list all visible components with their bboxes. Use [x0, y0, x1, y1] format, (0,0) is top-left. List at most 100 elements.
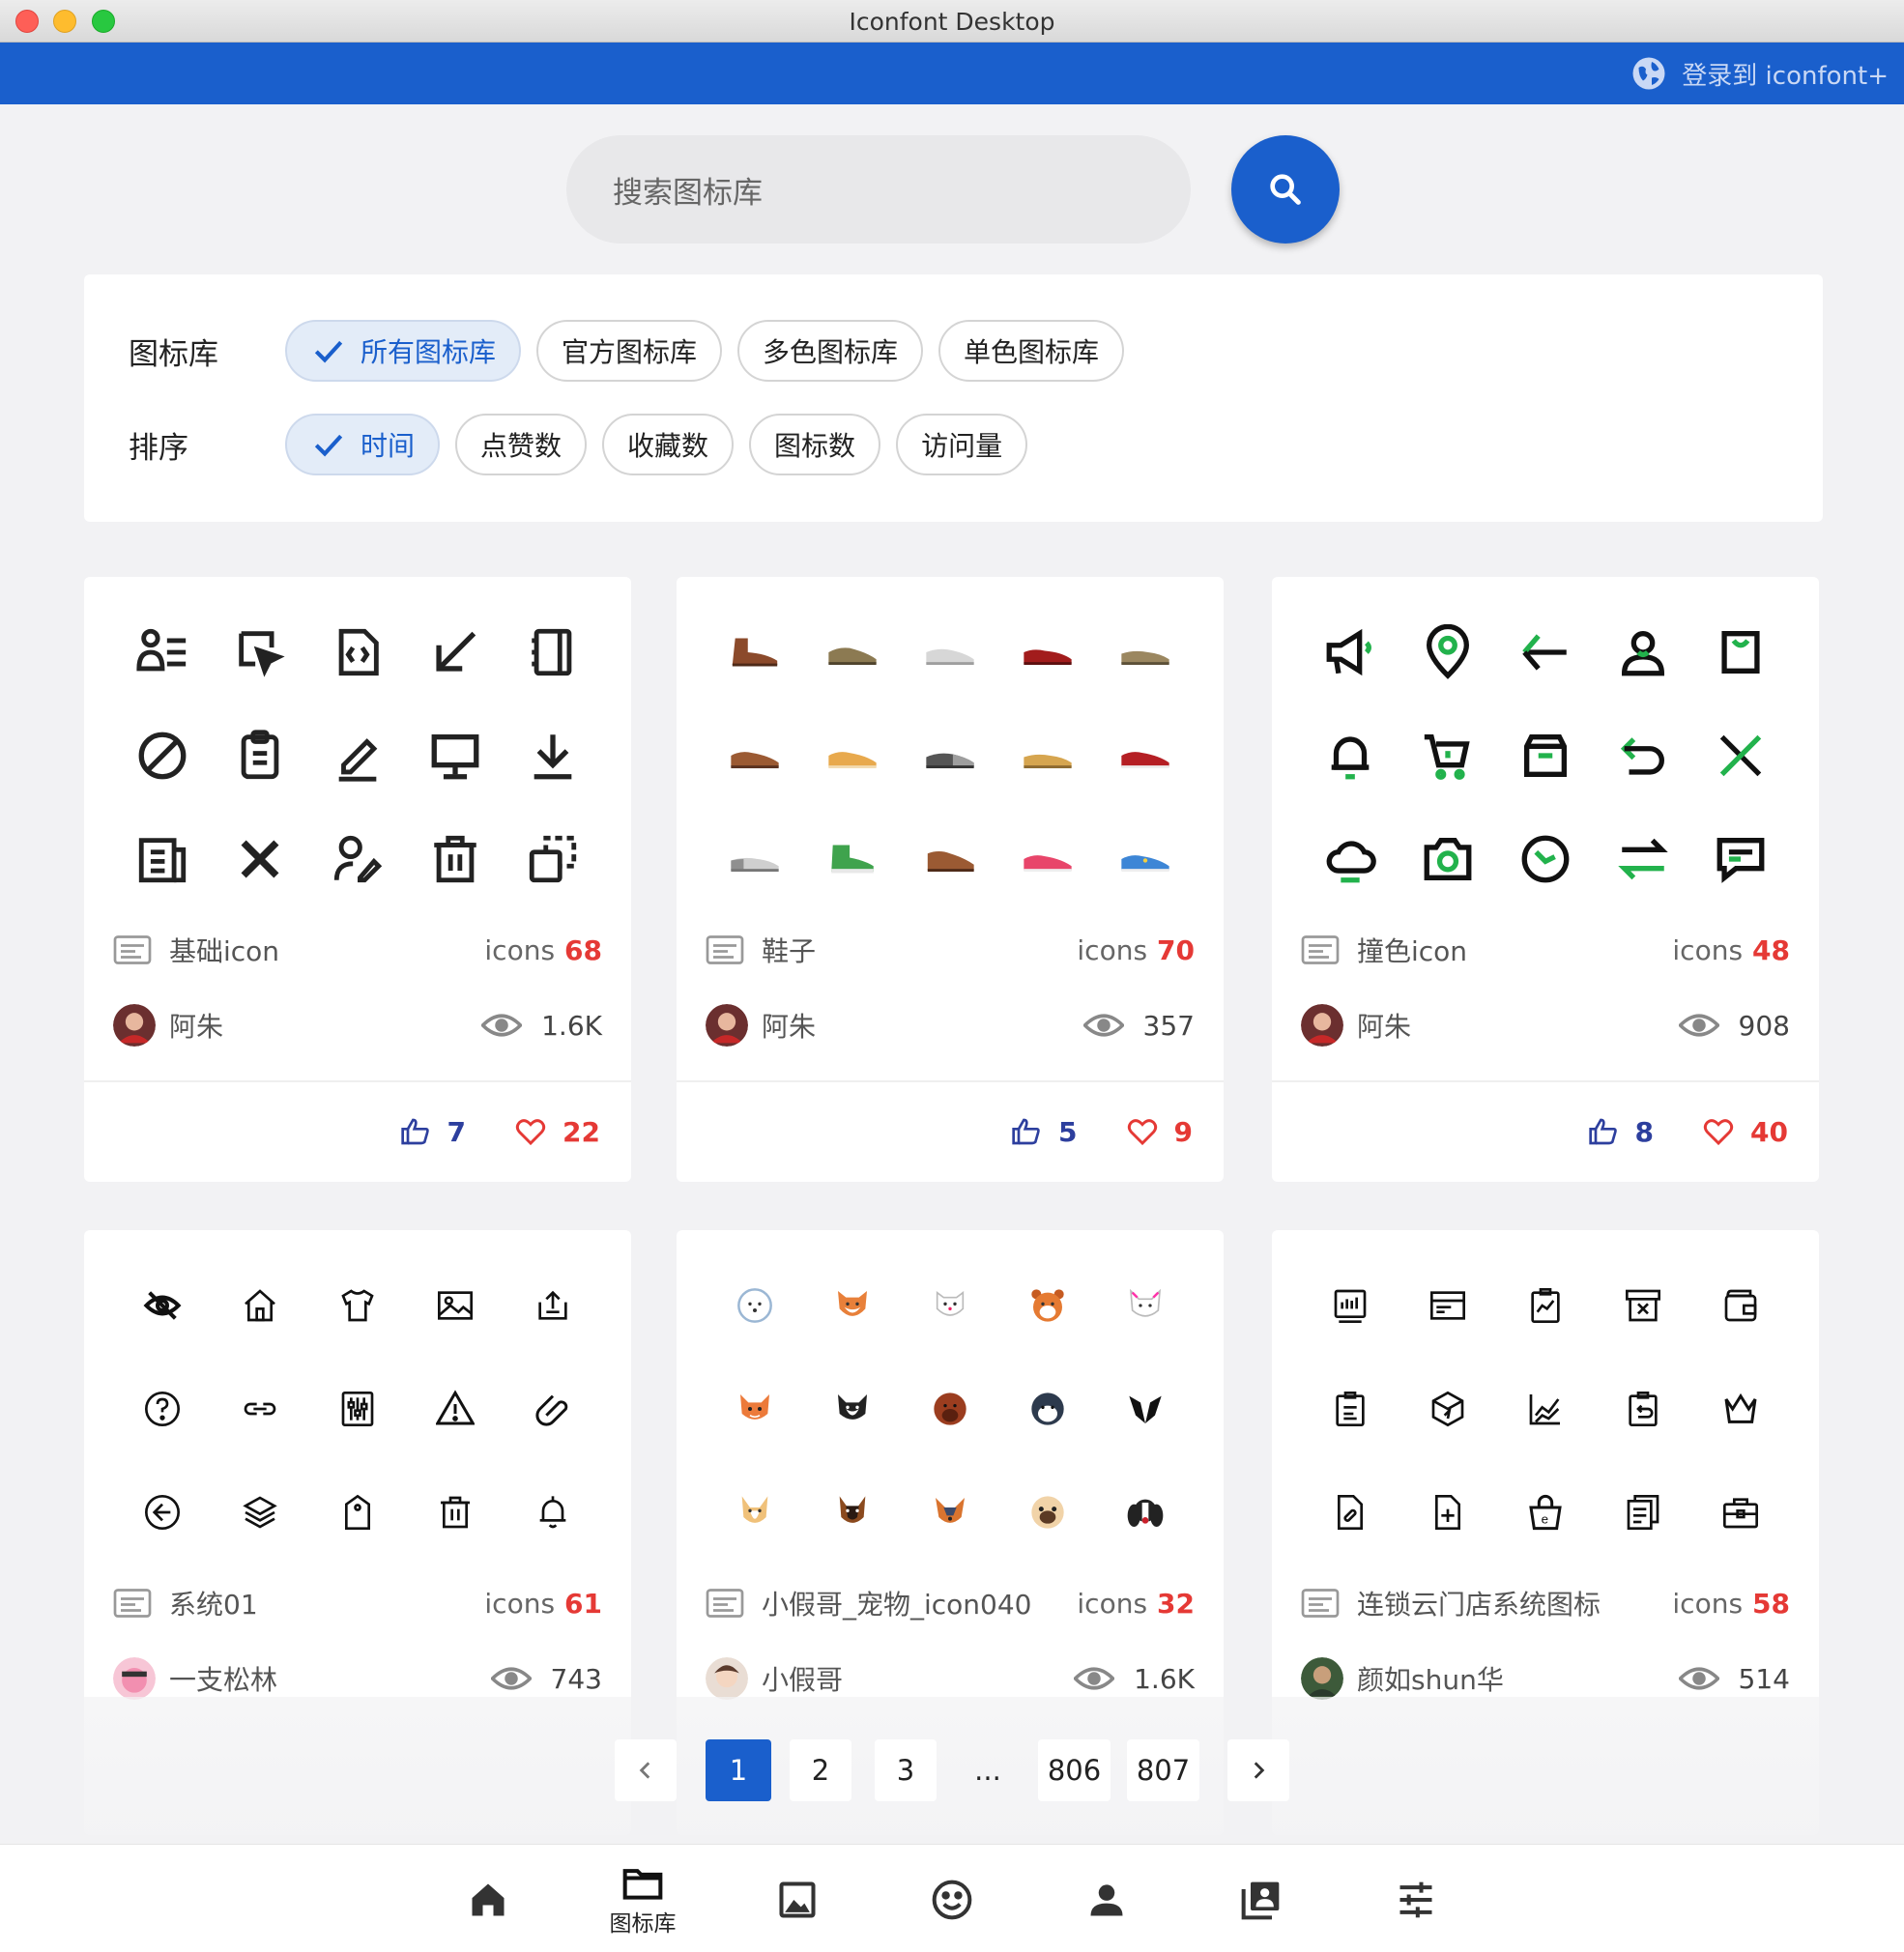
crown-icon	[1724, 1392, 1757, 1423]
page-ellipsis: ...	[974, 1754, 1001, 1787]
library-name[interactable]: 基础icon	[169, 931, 484, 969]
author-row: 阿朱 908	[1301, 1004, 1790, 1047]
nav-images[interactable]	[754, 1856, 841, 1943]
poodle-icon	[736, 1287, 772, 1323]
document-icon	[138, 837, 186, 882]
chip-official-libraries[interactable]: 官方图标库	[536, 320, 723, 382]
favorite-button[interactable]: 40	[1702, 1116, 1788, 1148]
favorite-button[interactable]: 9	[1126, 1116, 1193, 1148]
like-button[interactable]: 7	[399, 1116, 466, 1148]
login-button[interactable]: 登录到 iconfont+	[1631, 54, 1889, 93]
card-icon	[1429, 1290, 1465, 1320]
card-actions: 5 9	[677, 1080, 1224, 1181]
arrow-left-icon	[1522, 633, 1567, 671]
image-icon	[438, 1290, 474, 1320]
oxford-shoe-icon	[730, 751, 779, 768]
chip-sort-likes[interactable]: 点赞数	[455, 414, 588, 475]
layers-icon	[243, 1495, 277, 1529]
library-title-row: 小假哥_宠物_icon040 icons 32	[706, 1584, 1195, 1622]
next-page-button[interactable]	[1227, 1739, 1289, 1801]
cart-icon	[1424, 733, 1470, 780]
avatar[interactable]	[113, 1004, 156, 1047]
library-name[interactable]: 鞋子	[762, 931, 1077, 969]
author-row: 一支松林 743	[113, 1657, 602, 1700]
library-name[interactable]: 连锁云门店系统图标	[1357, 1584, 1672, 1622]
thumbs-up-icon	[1012, 1118, 1040, 1145]
clipboard-chart-icon	[1531, 1287, 1560, 1323]
sneaker-icon	[926, 648, 974, 665]
library-icon	[113, 935, 152, 964]
author-name[interactable]: 一支松林	[169, 1659, 491, 1698]
file-add-icon	[1434, 1494, 1460, 1530]
notebook-icon	[532, 628, 572, 675]
loafer-icon	[1024, 648, 1072, 665]
author-name[interactable]: 阿朱	[169, 1006, 481, 1045]
blue-sneaker-icon	[1121, 854, 1170, 872]
refund-icon	[1629, 1391, 1658, 1426]
library-filter-label: 图标库	[129, 336, 218, 372]
avatar[interactable]	[706, 1657, 748, 1700]
orange-cat-icon	[739, 1393, 769, 1420]
box-return-icon	[1431, 1391, 1464, 1426]
avatar[interactable]	[706, 1004, 748, 1047]
favorite-button[interactable]: 22	[514, 1116, 600, 1148]
tag-icon	[344, 1494, 370, 1530]
library-title-row: 鞋子 icons 70	[706, 931, 1195, 969]
prev-page-button[interactable]	[615, 1739, 677, 1801]
svg-text:e: e	[1542, 1511, 1548, 1526]
warning-icon	[436, 1389, 476, 1424]
chip-label: 所有图标库	[361, 336, 497, 368]
nav-icon-library[interactable]: 图标库	[599, 1856, 686, 1943]
card-actions: 7 22	[84, 1080, 631, 1181]
like-button[interactable]: 5	[1010, 1116, 1078, 1148]
author-name[interactable]: 小假哥	[762, 1659, 1074, 1698]
espadrille-icon	[1024, 754, 1072, 768]
page-button[interactable]: 3	[875, 1739, 937, 1801]
folder-icon	[622, 1869, 663, 1900]
home-icon	[472, 1883, 505, 1916]
trash-icon	[434, 835, 476, 882]
chip-monochrome-libraries[interactable]: 单色图标库	[938, 320, 1125, 382]
search-input[interactable]: 搜索图标库	[566, 135, 1191, 244]
chip-sort-icon-count[interactable]: 图标数	[749, 414, 881, 475]
page-button[interactable]: 806	[1038, 1739, 1111, 1801]
nav-settings[interactable]	[1372, 1856, 1459, 1943]
avatar[interactable]	[1301, 1657, 1343, 1700]
library-name[interactable]: 系统01	[169, 1584, 484, 1622]
author-name[interactable]: 颜如shun华	[1357, 1659, 1679, 1698]
icons-count-label: icons	[1672, 1587, 1744, 1620]
package-icon	[1523, 733, 1567, 777]
library-name[interactable]: 撞色icon	[1357, 931, 1672, 969]
library-card[interactable]: 基础icon icons 68 阿朱 1.6K 7 22	[84, 577, 631, 1182]
page-button[interactable]: 807	[1127, 1739, 1199, 1801]
avatar[interactable]	[113, 1657, 156, 1700]
author-name[interactable]: 阿朱	[762, 1006, 1083, 1045]
chip-sort-visits[interactable]: 访问量	[896, 414, 1028, 475]
page-button-current[interactable]: 1	[706, 1739, 771, 1801]
trash-icon	[441, 1496, 471, 1528]
view-count: 1.6K	[1134, 1662, 1195, 1695]
library-name[interactable]: 小假哥_宠物_icon040	[762, 1584, 1077, 1622]
nav-emoji[interactable]	[909, 1856, 995, 1943]
library-card[interactable]: 鞋子 icons 70 阿朱 357 5 9	[677, 577, 1224, 1182]
nav-home[interactable]	[445, 1856, 532, 1943]
boot-icon	[732, 638, 777, 666]
chip-sort-time[interactable]: 时间	[285, 414, 441, 475]
author-row: 阿朱 357	[706, 1004, 1195, 1047]
library-icon	[113, 1589, 152, 1618]
library-card[interactable]: 撞色icon icons 48 阿朱 908 8 40	[1272, 577, 1819, 1182]
author-name[interactable]: 阿朱	[1357, 1006, 1679, 1045]
chip-multicolor-libraries[interactable]: 多色图标库	[737, 320, 924, 382]
high-top-icon	[831, 845, 874, 873]
like-button[interactable]: 8	[1587, 1116, 1654, 1148]
search-button[interactable]	[1231, 135, 1340, 244]
archive-delete-icon	[1626, 1289, 1661, 1321]
forbidden-icon	[138, 732, 187, 779]
nav-profile[interactable]	[1063, 1856, 1150, 1943]
chip-sort-favorites[interactable]: 收藏数	[602, 414, 735, 475]
eye-icon	[1678, 1014, 1719, 1037]
avatar[interactable]	[1301, 1004, 1343, 1047]
page-button[interactable]: 2	[790, 1739, 851, 1801]
nav-collections[interactable]	[1218, 1856, 1305, 1943]
chip-all-libraries[interactable]: 所有图标库	[285, 320, 522, 382]
